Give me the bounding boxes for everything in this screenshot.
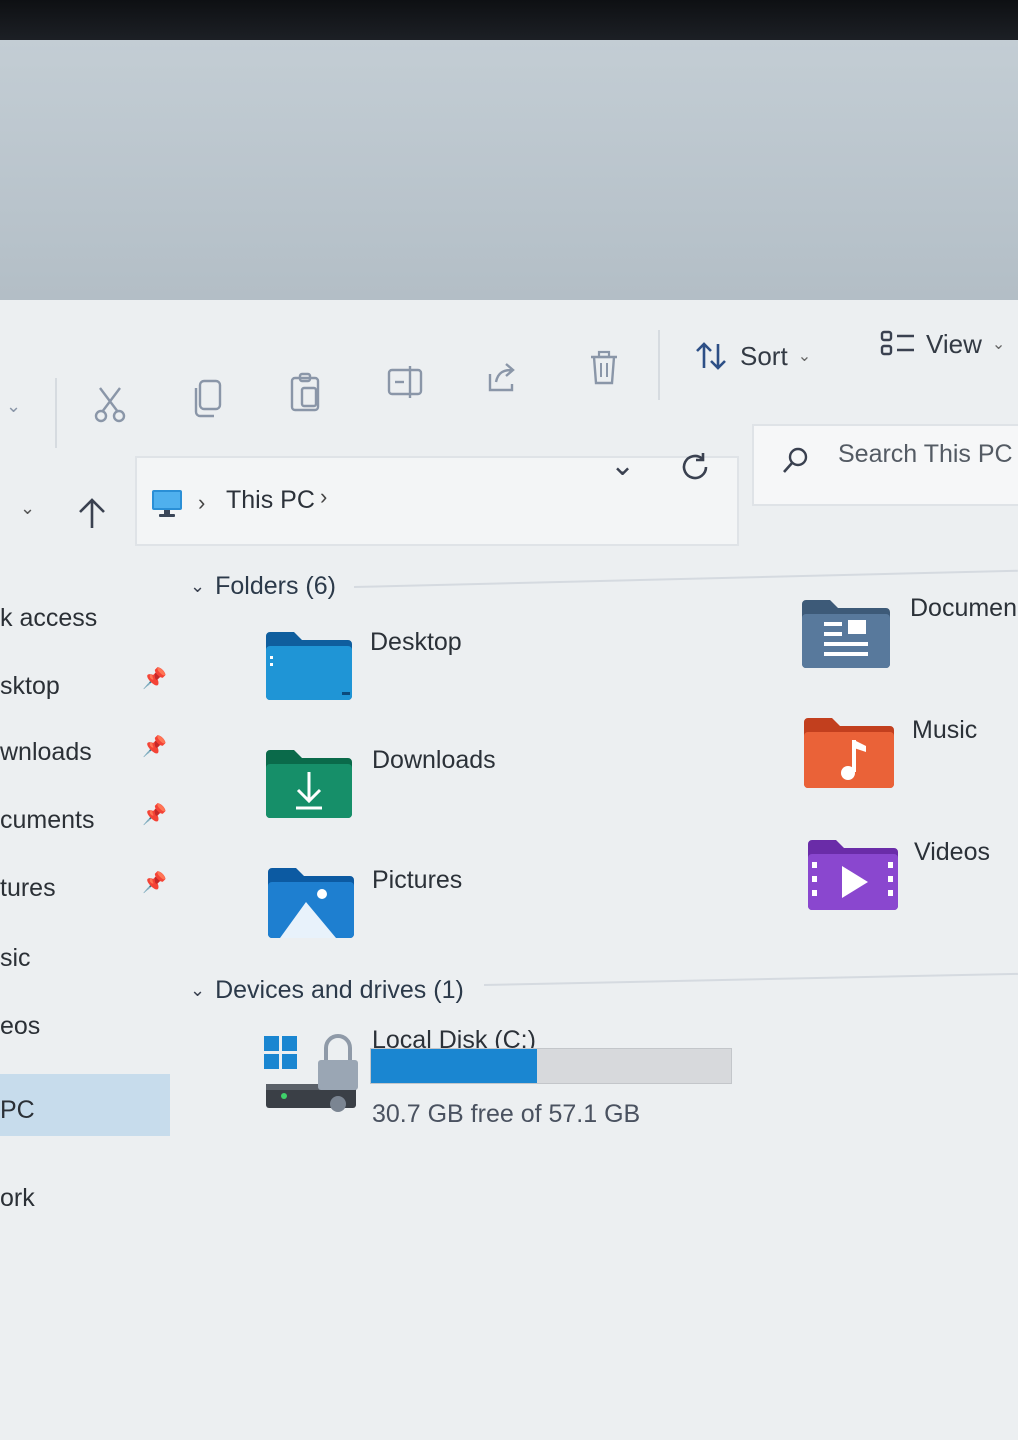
toolbar-separator	[658, 330, 660, 400]
desktop-folder-icon[interactable]	[264, 630, 354, 702]
local-disk-icon[interactable]	[264, 1030, 360, 1114]
cut-icon[interactable]	[92, 384, 128, 424]
sort-button[interactable]: Sort ⌄	[694, 340, 811, 372]
folders-section-title: Folders (6)	[215, 572, 336, 600]
pin-icon: 📌	[142, 804, 167, 826]
nav-item-documents[interactable]: cuments	[0, 806, 94, 835]
delete-icon[interactable]	[588, 350, 620, 386]
downloads-folder-icon[interactable]	[264, 748, 354, 820]
drive-usage-fill	[371, 1049, 537, 1083]
sort-icon	[696, 342, 726, 370]
folders-section-header[interactable]: ⌄ Folders (6)	[190, 572, 336, 601]
breadcrumb-this-pc[interactable]: This PC	[226, 486, 315, 515]
music-folder-icon[interactable]	[802, 716, 896, 790]
chevron-down-icon: ⌄	[190, 576, 206, 596]
drive-free-space: 30.7 GB free of 57.1 GB	[372, 1100, 641, 1128]
chevron-down-icon: ⌄	[190, 980, 206, 1000]
toolbar-separator	[55, 378, 57, 448]
view-label: View	[926, 328, 982, 359]
this-pc-icon	[152, 490, 182, 517]
videos-folder-icon[interactable]	[806, 838, 900, 912]
chevron-down-icon: ⌄	[991, 336, 1006, 353]
nav-item-music[interactable]: sic	[0, 944, 31, 973]
folder-label-pictures[interactable]: Pictures	[372, 866, 462, 895]
pin-icon: 📌	[142, 736, 167, 758]
nav-item-downloads[interactable]: wnloads	[0, 738, 92, 767]
drive-usage-bar	[370, 1048, 732, 1084]
view-button[interactable]: View ⌄	[880, 328, 1005, 360]
address-dropdown-icon[interactable]: ⌄	[610, 448, 635, 483]
search-input[interactable]: Search This PC	[838, 440, 1013, 469]
nav-item-videos[interactable]: eos	[0, 1012, 40, 1041]
devices-section-title: Devices and drives (1)	[215, 976, 464, 1004]
paste-icon[interactable]	[288, 372, 324, 412]
breadcrumb-separator-icon: ›	[198, 490, 206, 515]
folder-label-downloads[interactable]: Downloads	[372, 746, 496, 775]
folder-label-videos[interactable]: Videos	[914, 838, 990, 867]
nav-item-network[interactable]: ork	[0, 1184, 35, 1213]
pictures-folder-icon[interactable]	[266, 866, 356, 940]
folder-label-documents[interactable]: Documen	[910, 594, 1017, 623]
recent-locations-chevron-icon[interactable]: ⌄	[20, 498, 35, 519]
chevron-down-icon: ⌄	[797, 348, 812, 365]
search-icon	[783, 447, 808, 473]
sort-label: Sort	[740, 340, 788, 371]
rename-icon[interactable]	[386, 364, 426, 400]
share-icon[interactable]	[486, 360, 522, 396]
view-icon	[880, 330, 914, 356]
folder-label-music[interactable]: Music	[912, 716, 977, 745]
chevron-down-icon[interactable]: ⌄	[6, 396, 21, 417]
breadcrumb-separator-icon[interactable]: ›	[320, 484, 327, 510]
devices-section-header[interactable]: ⌄ Devices and drives (1)	[190, 976, 464, 1005]
pin-icon: 📌	[142, 668, 167, 690]
nav-item-this-pc[interactable]: PC	[0, 1096, 35, 1125]
refresh-icon[interactable]	[678, 450, 712, 484]
copy-icon[interactable]	[192, 378, 224, 418]
up-arrow-icon[interactable]	[76, 496, 108, 530]
pin-icon: 📌	[142, 872, 167, 894]
nav-item-quick-access[interactable]: k access	[0, 604, 97, 633]
nav-item-desktop[interactable]: sktop	[0, 672, 60, 701]
nav-item-pictures[interactable]: tures	[0, 874, 56, 903]
documents-folder-icon[interactable]	[800, 598, 892, 670]
folder-label-desktop[interactable]: Desktop	[370, 628, 462, 657]
